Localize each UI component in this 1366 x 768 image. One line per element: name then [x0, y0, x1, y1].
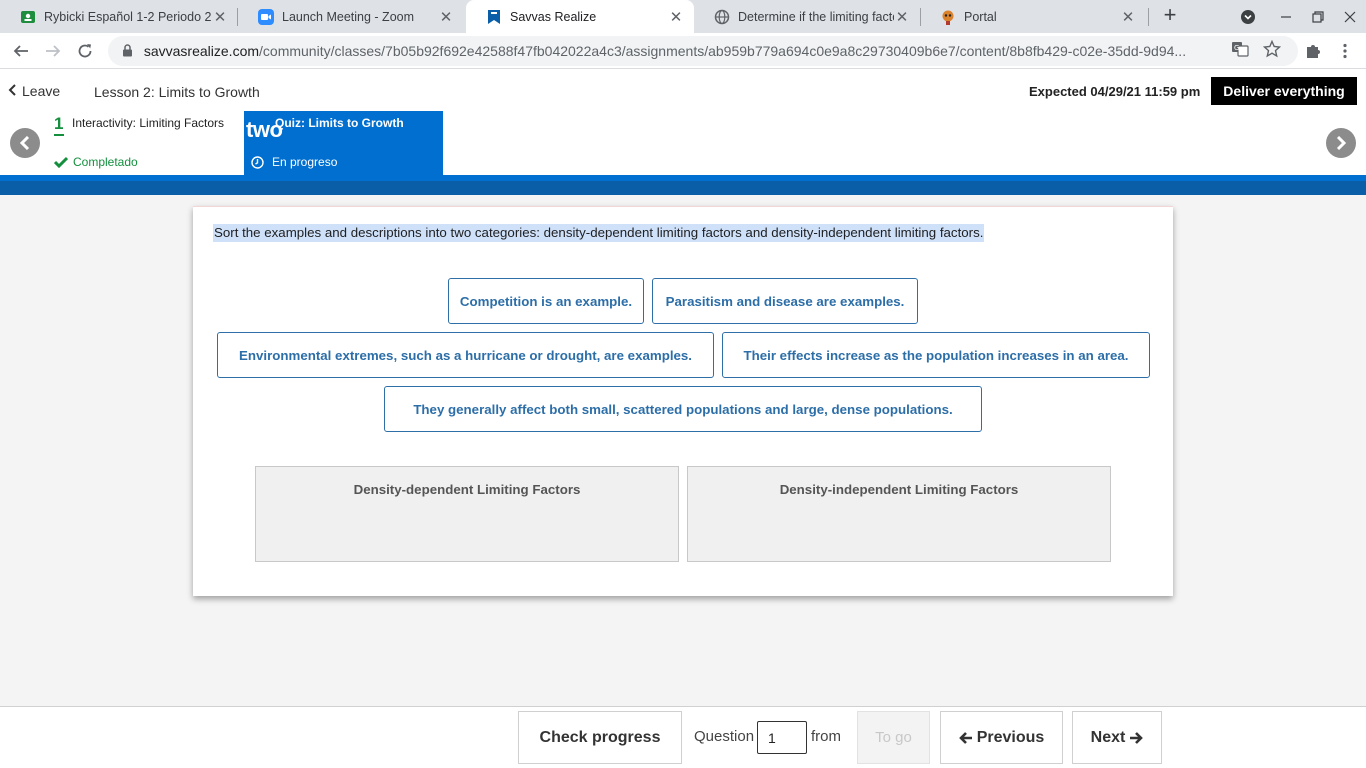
savvas-icon [486, 9, 502, 25]
leave-label: Leave [22, 83, 61, 99]
browser-tab-portal[interactable]: Portal ✕ [920, 0, 1146, 33]
close-icon[interactable]: ✕ [1120, 8, 1136, 26]
url-path: /community/classes/7b05b92f692e42588f47f… [259, 43, 1187, 59]
checkmark-icon [54, 156, 68, 168]
progress-band [0, 175, 1366, 195]
chevron-left-icon [8, 83, 16, 99]
new-tab-plus-icon[interactable]: + [1158, 4, 1182, 28]
close-icon[interactable]: ✕ [438, 8, 454, 26]
from-label: from [811, 728, 841, 745]
check-progress-button[interactable]: Check progress [518, 711, 682, 764]
close-icon[interactable]: ✕ [668, 8, 684, 26]
browser-tab-classroom[interactable]: Rybicki Español 1-2 Periodo 2 ✕ [0, 0, 238, 33]
clock-icon [251, 155, 264, 169]
step-status-label: En progreso [272, 155, 338, 169]
to-go-button[interactable]: To go [857, 711, 930, 764]
reload-icon[interactable] [72, 38, 98, 64]
step-status-label: Completado [73, 155, 138, 169]
lock-icon [122, 44, 136, 58]
globe-icon [714, 9, 730, 25]
drag-chip-environmental-extremes[interactable]: Environmental extremes, such as a hurric… [217, 332, 714, 378]
step-number: 1 [54, 114, 64, 136]
drop-zone-density-independent[interactable]: Density-independent Limiting Factors [687, 466, 1111, 562]
classroom-icon [20, 9, 36, 25]
deliver-everything-button[interactable]: Deliver everything [1211, 77, 1357, 105]
drag-chip-affect-both[interactable]: They generally affect both small, scatte… [384, 386, 982, 432]
question-label: Question [694, 728, 755, 745]
browser-tab-determine[interactable]: Determine if the limiting factor ✕ [694, 0, 920, 33]
question-number-input[interactable] [757, 721, 807, 754]
tab-title: Savvas Realize [510, 9, 597, 24]
tab-search-icon[interactable] [1232, 0, 1264, 33]
more-menu-icon[interactable] [1332, 38, 1358, 64]
tab-title: Launch Meeting - Zoom [282, 9, 415, 24]
next-label: Next [1090, 728, 1126, 746]
restore-icon[interactable] [1302, 0, 1334, 33]
due-date: Expected 04/29/21 11:59 pm [1029, 84, 1201, 99]
drop-zone-title: Density-independent Limiting Factors [779, 482, 1019, 497]
lesson-title: Lesson 2: Limits to Growth [94, 84, 260, 100]
translate-icon[interactable]: G [1231, 40, 1249, 58]
portal-icon [940, 9, 956, 25]
previous-button[interactable]: Previous [940, 711, 1063, 764]
drop-zone-density-dependent[interactable]: Density-dependent Limiting Factors [255, 466, 679, 562]
url-host: savvasrealize.com [143, 43, 260, 59]
previous-step-arrow-icon[interactable] [10, 128, 40, 158]
browser-tab-savvas[interactable]: Savvas Realize ✕ [466, 0, 694, 33]
tab-title: Determine if the limiting factor [738, 9, 894, 24]
back-arrow-icon[interactable] [8, 38, 34, 64]
browser-tab-strip: Rybicki Español 1-2 Periodo 2 ✕ Launch M… [0, 0, 1366, 33]
step-interactivity[interactable]: 1 Interactivity: Limiting Factors Comple… [50, 111, 244, 175]
close-icon[interactable]: ✕ [894, 8, 910, 26]
step-status: En progreso [251, 155, 337, 169]
tab-title: Rybicki Español 1-2 Periodo 2 [44, 9, 212, 24]
step-quiz[interactable]: two Quiz: Limits to Growth En progreso [244, 111, 443, 175]
bookmark-star-icon[interactable] [1262, 39, 1282, 58]
step-title: Interactivity: Limiting Factors [72, 116, 225, 130]
svg-text:G: G [1234, 44, 1239, 52]
minimize-icon[interactable] [1270, 0, 1302, 33]
drop-zone-title: Density-dependent Limiting Factors [353, 482, 581, 497]
drag-chip-effects-increase[interactable]: Their effects increase as the population… [722, 332, 1150, 378]
close-window-icon[interactable] [1334, 0, 1366, 33]
drag-chip-parasitism[interactable]: Parasitism and disease are examples. [652, 278, 918, 324]
drag-chip-competition[interactable]: Competition is an example. [448, 278, 644, 324]
extensions-puzzle-icon[interactable] [1300, 38, 1326, 64]
zoom-icon [258, 8, 274, 25]
next-button[interactable]: Next [1072, 711, 1162, 764]
previous-label: Previous [976, 728, 1045, 746]
tab-title: Portal [964, 9, 997, 24]
arrow-left-icon [958, 731, 972, 744]
browser-tab-zoom[interactable]: Launch Meeting - Zoom ✕ [238, 0, 464, 33]
browser-toolbar: savvasrealize.com /community/classes/7b0… [0, 33, 1366, 69]
tab-divider [1148, 8, 1149, 26]
forward-arrow-icon[interactable] [40, 38, 66, 64]
address-bar[interactable]: savvasrealize.com /community/classes/7b0… [108, 36, 1298, 66]
activity-prompt: Sort the examples and descriptions into … [213, 224, 985, 242]
close-icon[interactable]: ✕ [212, 8, 228, 26]
step-status: Completado [54, 155, 138, 169]
arrow-right-icon [1130, 731, 1144, 744]
next-step-arrow-icon[interactable] [1326, 128, 1356, 158]
leave-button[interactable]: Leave [8, 83, 60, 99]
step-title: Quiz: Limits to Growth [275, 116, 404, 130]
